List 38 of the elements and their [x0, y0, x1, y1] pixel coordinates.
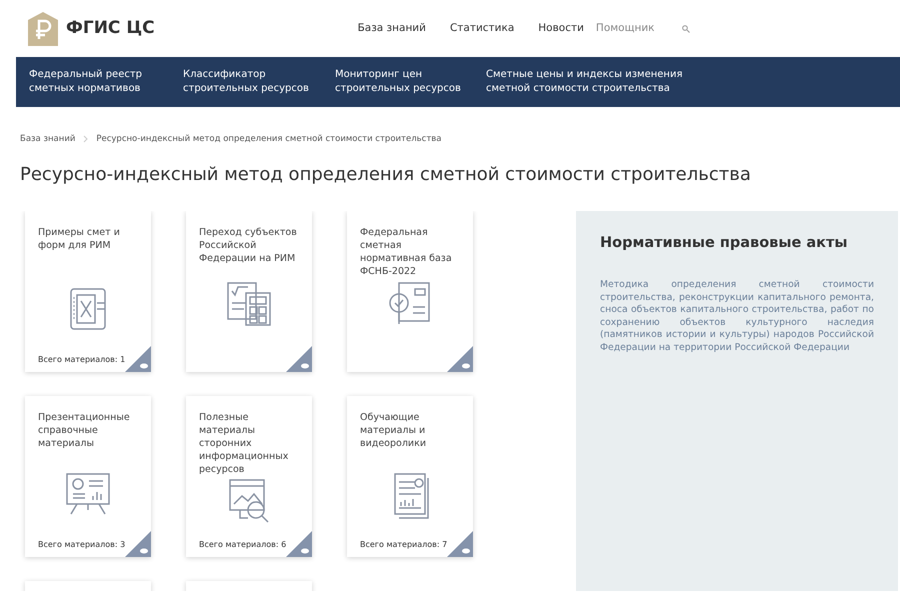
card-title: Полезные материалы сторонних информационных ресурсов [199, 412, 290, 476]
eye-corner-icon[interactable] [447, 346, 473, 372]
material-count: Всего материалов: 6 [199, 539, 286, 552]
menu-link[interactable]: Классификатор строительных ресурсов [183, 68, 335, 96]
eye-corner-icon[interactable] [286, 346, 312, 372]
eye-corner-icon[interactable] [286, 531, 312, 558]
material-count: Всего материалов: 1 [38, 354, 126, 366]
eye-corner-icon[interactable] [125, 346, 151, 372]
card-title: Переход субъектов Российской Федерации на РИМ [199, 227, 298, 266]
category-card[interactable]: Обучающие материалы и видеоролики Всего материалов: 7 [347, 396, 473, 558]
nav-link[interactable]: Новости [538, 20, 584, 36]
page-title: Ресурсно-индексный метод определения сметной стоимости строительства [20, 164, 752, 186]
card-title: Федеральная сметная нормативная база ФСНБ-2022 [360, 227, 453, 279]
card-title: Обучающие материалы и видеоролики [360, 412, 427, 451]
menu-link[interactable]: Федеральный реестр сметных нормативов [29, 68, 183, 96]
material-count: Всего материалов: 7 [360, 539, 448, 552]
category-card[interactable]: Переход субъектов Российской Федерации на РИМ [186, 211, 312, 372]
eye-corner-icon[interactable] [125, 531, 151, 558]
category-card[interactable]: Примеры смет и форм для РИМ Всего материалов: 1 [25, 211, 151, 372]
nav-link[interactable]: База знаний [358, 20, 426, 36]
panel-title: Нормативные правовые акты [600, 234, 848, 254]
material-count: Всего материалов: 3 [38, 539, 126, 552]
menu-link[interactable]: Сметные цены и индексы изменения сметной стоимости строительства [486, 68, 686, 96]
category-card[interactable]: Федеральная сметная нормативная база ФСНБ-2022 [347, 211, 473, 372]
card-title: Презентационные справочные материалы [38, 412, 131, 451]
logo-text: ФГИС ЦС [66, 16, 155, 40]
breadcrumb-link[interactable]: База знаний [20, 133, 76, 146]
logo-icon [28, 12, 58, 46]
card-title: Примеры смет и форм для РИМ [38, 227, 121, 254]
menu-link[interactable]: Мониторинг цен строительных ресурсов [335, 68, 486, 96]
search-icon [682, 24, 690, 32]
eye-corner-icon[interactable] [447, 531, 473, 558]
category-card[interactable]: Презентационные справочные материалы Всего материалов: 3 [25, 396, 151, 558]
chevron-icon [83, 135, 88, 144]
nav-link[interactable]: Статистика [450, 20, 514, 36]
category-card[interactable]: Полезные материалы сторонних информационных ресурсов Всего материалов: 6 [186, 396, 312, 558]
document-link[interactable]: Методика определения сметной стоимости строительства, реконструкции капитального ремонта, сноса объектов капитального строительства, работ по сохранению объектов культурного наследия (памятников истории и культуры) народов Российской Федерации на территории Российской Федерации [600, 279, 874, 354]
breadcrumb-current: Ресурсно-индексный метод определения сметной стоимости строительства [96, 133, 442, 146]
